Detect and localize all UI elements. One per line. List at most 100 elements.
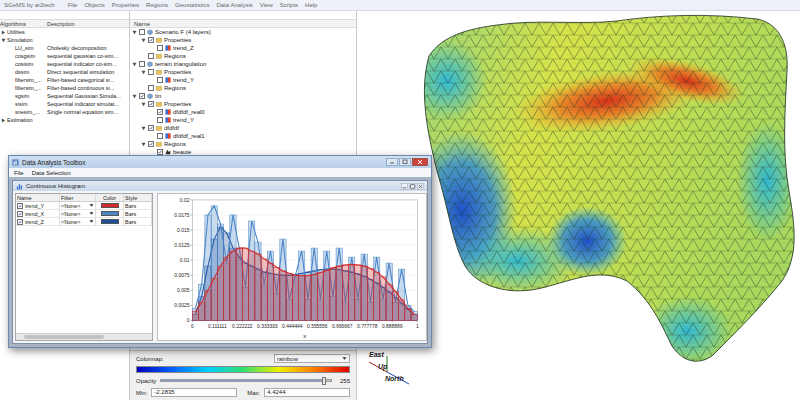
color-cell[interactable] xyxy=(96,202,124,209)
minimize-icon[interactable] xyxy=(386,158,398,166)
histogram-chart[interactable]: 0.020.01750.0150.01250.010.00750.0050.00… xyxy=(157,193,427,341)
checkbox[interactable] xyxy=(139,29,145,35)
histogram-bar[interactable] xyxy=(292,275,298,320)
histogram-bar[interactable] xyxy=(230,248,236,320)
checkbox[interactable] xyxy=(139,61,145,67)
histogram-window[interactable]: Continuous HistogramNameFilterColorStyle… xyxy=(12,180,428,344)
histogram-bar[interactable] xyxy=(349,257,355,320)
histogram-bar[interactable] xyxy=(255,254,261,320)
histogram-bar[interactable] xyxy=(292,275,298,321)
scrollbar-thumb[interactable] xyxy=(24,335,104,339)
algorithm-item[interactable]: dssimDirect sequential simulation xyxy=(0,68,129,76)
column-header[interactable]: Name xyxy=(16,194,60,201)
histogram-bar[interactable] xyxy=(267,263,273,320)
histogram-bar[interactable] xyxy=(411,314,417,320)
expander-icon[interactable] xyxy=(1,118,6,123)
histogram-bar[interactable] xyxy=(242,248,248,320)
histogram-bar[interactable] xyxy=(317,270,323,321)
tree-item[interactable]: dfdfdf_real1 xyxy=(130,132,356,140)
histogram-bar[interactable] xyxy=(192,311,198,320)
max-field[interactable]: 4.4244 xyxy=(264,388,350,397)
histogram-bar[interactable] xyxy=(249,251,255,320)
histogram-bar[interactable] xyxy=(217,266,223,320)
tree-item[interactable]: trend_Z xyxy=(130,44,356,52)
filter-dropdown[interactable]: <None> xyxy=(60,202,96,209)
expander-icon[interactable] xyxy=(141,102,146,107)
expander-icon[interactable] xyxy=(132,94,137,99)
menu-item[interactable]: Objects xyxy=(84,2,104,8)
histogram-bar[interactable] xyxy=(205,215,211,320)
expander-icon[interactable] xyxy=(132,30,137,35)
histogram-bar[interactable] xyxy=(399,269,405,320)
expander-icon[interactable] xyxy=(141,126,146,131)
histogram-bar[interactable] xyxy=(330,268,336,320)
column-header[interactable]: Filter xyxy=(60,194,96,201)
menu-item[interactable]: Geostatistics xyxy=(175,2,209,8)
histogram-bar[interactable] xyxy=(211,206,217,320)
column-header[interactable]: Name xyxy=(130,19,356,28)
histogram-bar[interactable] xyxy=(274,267,280,320)
histogram-bar[interactable] xyxy=(280,239,286,320)
histogram-bar[interactable] xyxy=(280,271,286,320)
color-cell[interactable] xyxy=(96,218,124,225)
histogram-bar[interactable] xyxy=(211,278,217,320)
expander-icon[interactable] xyxy=(141,38,146,43)
histogram-bar[interactable] xyxy=(336,266,342,320)
tree-item[interactable]: terrain triangulation xyxy=(130,60,356,68)
algorithm-item[interactable]: Estimation xyxy=(0,116,129,124)
table-row[interactable]: trend_Z<None>Bars xyxy=(16,218,152,226)
histogram-bar[interactable] xyxy=(286,273,292,320)
tree-item[interactable]: Properties xyxy=(130,100,356,108)
histogram-bar[interactable] xyxy=(392,291,398,320)
histogram-bar[interactable] xyxy=(355,265,361,320)
style-cell[interactable]: Bars xyxy=(124,202,152,209)
histogram-bar[interactable] xyxy=(386,284,392,320)
algorithm-item[interactable]: snesim_...Single normal equation sim... xyxy=(0,108,129,116)
tree-item[interactable]: Properties xyxy=(130,36,356,44)
tree-item[interactable]: trend_Y xyxy=(130,116,356,124)
checkbox[interactable] xyxy=(17,219,23,225)
menu-item[interactable]: File xyxy=(68,2,78,8)
checkbox[interactable] xyxy=(148,141,154,147)
style-cell[interactable]: Bars xyxy=(124,210,152,217)
checkbox[interactable] xyxy=(157,109,163,115)
opacity-slider[interactable] xyxy=(160,379,332,382)
checkbox[interactable] xyxy=(148,69,154,75)
maximize-icon[interactable] xyxy=(399,158,411,166)
histogram-bar[interactable] xyxy=(380,277,386,320)
algorithm-item[interactable]: filtersim_...Filter-based continuous si.… xyxy=(0,84,129,92)
histogram-bar[interactable] xyxy=(261,259,267,320)
tree-item[interactable]: tin xyxy=(130,92,356,100)
tree-item[interactable]: Regions xyxy=(130,84,356,92)
menu-item[interactable]: Help xyxy=(305,2,317,8)
histogram-bar[interactable] xyxy=(324,251,330,320)
menu-item[interactable]: File xyxy=(14,170,24,176)
histogram-bar[interactable] xyxy=(299,273,305,320)
tree-item[interactable]: dfdfdf_real0 xyxy=(130,108,356,116)
histogram-bar[interactable] xyxy=(386,263,392,320)
tree-item[interactable]: Regions xyxy=(130,52,356,60)
column-header[interactable]: Color xyxy=(96,194,124,201)
algorithm-item[interactable]: LU_simCholesky decomposition xyxy=(0,44,129,52)
histogram-bar[interactable] xyxy=(249,221,255,320)
histogram-bar[interactable] xyxy=(324,269,330,320)
column-header[interactable]: Style xyxy=(124,194,152,201)
minimize-icon[interactable] xyxy=(401,183,408,190)
close-icon[interactable] xyxy=(417,183,424,190)
algorithm-item[interactable]: Simulation xyxy=(0,36,129,44)
histogram-bar[interactable] xyxy=(224,257,230,320)
histogram-bar[interactable] xyxy=(361,266,367,320)
min-field[interactable]: -2.2835 xyxy=(151,388,237,397)
histogram-bar[interactable] xyxy=(336,248,342,320)
menu-item[interactable]: Regions xyxy=(146,2,168,8)
histogram-bar[interactable] xyxy=(192,308,198,320)
maximize-icon[interactable] xyxy=(409,183,416,190)
menu-item[interactable]: View xyxy=(260,2,273,8)
expander-icon[interactable] xyxy=(141,70,146,75)
histogram-bar[interactable] xyxy=(311,248,317,320)
column-header[interactable]: Description xyxy=(46,21,129,27)
histogram-bar[interactable] xyxy=(367,269,373,321)
histogram-bar[interactable] xyxy=(317,273,323,321)
tree-item[interactable]: Regions xyxy=(130,140,356,148)
histogram-bar[interactable] xyxy=(305,276,311,321)
